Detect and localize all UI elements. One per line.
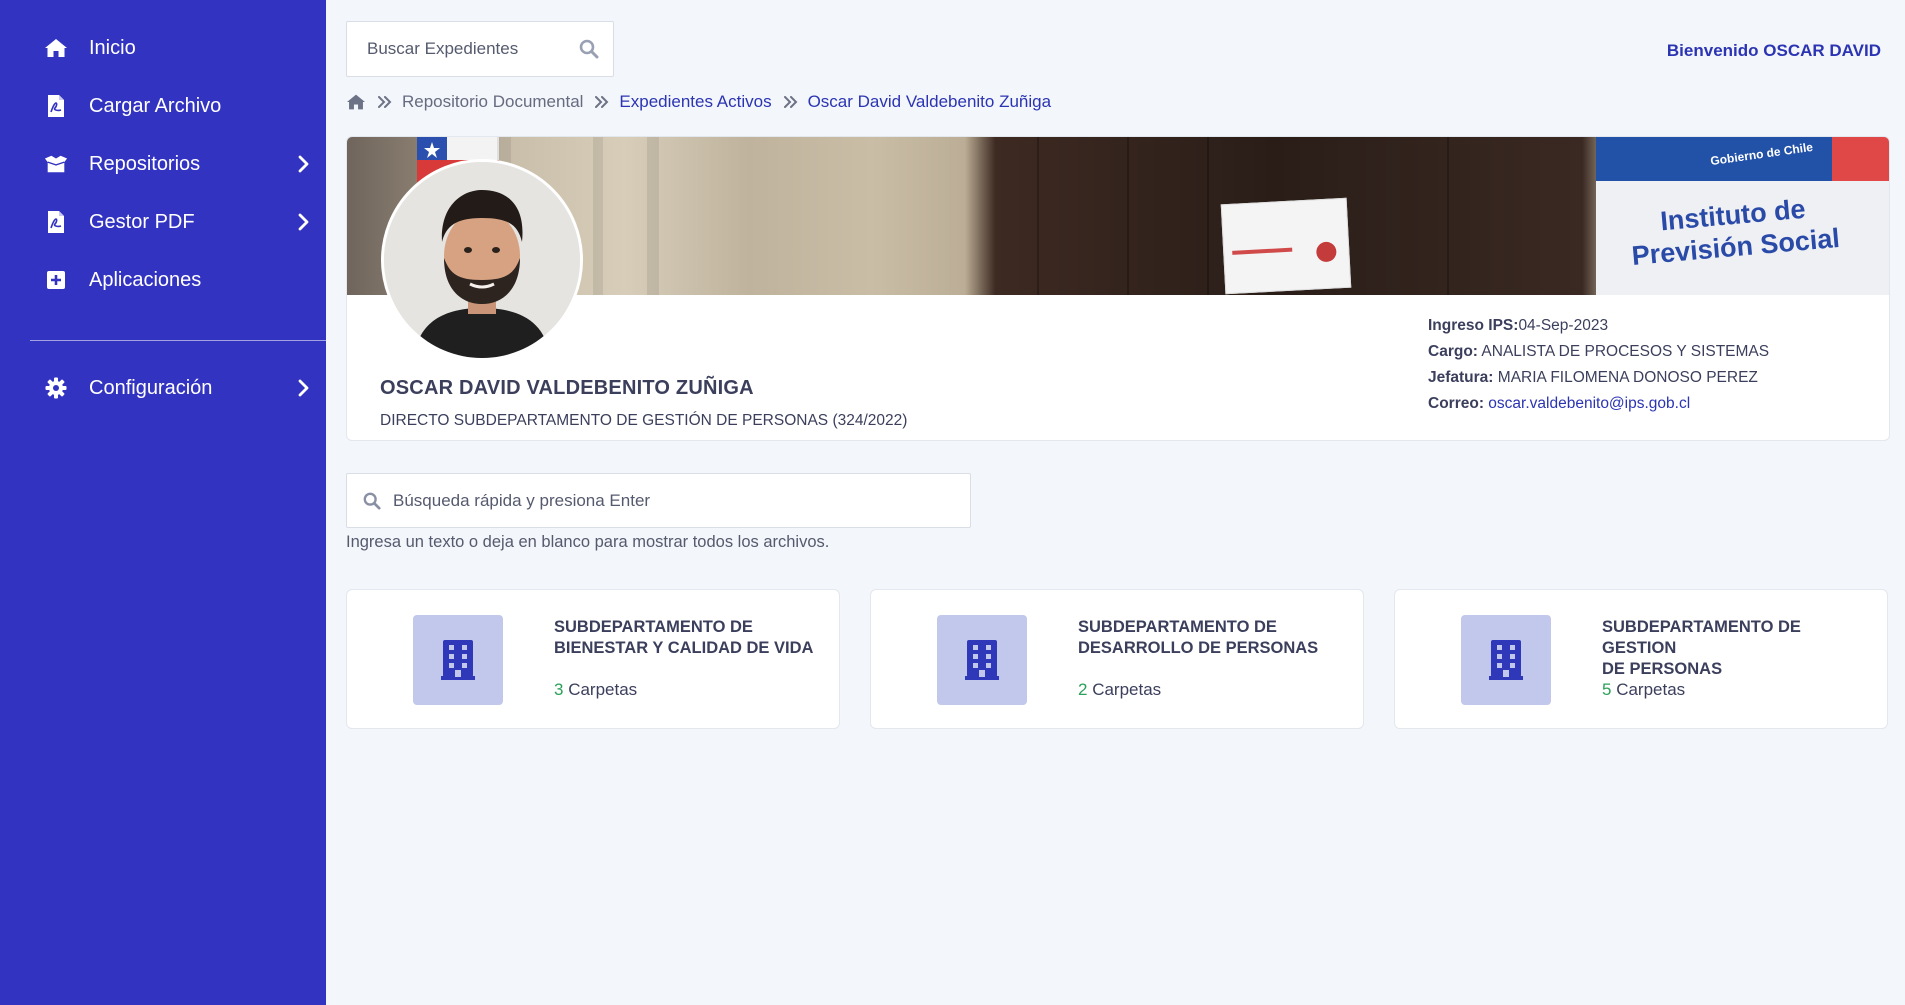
welcome-text: Bienvenido OSCAR DAVID [1666,41,1881,60]
dept-title: SUBDEPARTAMENTO DE BIENESTAR Y CALIDAD D… [554,618,814,657]
search-icon [361,490,383,512]
info-value: MARIA FILOMENA DONOSO PEREZ [1497,369,1758,386]
file-pdf-icon [44,210,68,234]
profile-department: DIRECTO SUBDEPARTAMENTO DE GESTIÓN DE PE… [380,412,908,429]
chevron-right-icon [294,155,312,173]
info-value: ANALISTA DE PROCESOS Y SISTEMAS [1481,343,1770,360]
quick-search [346,473,971,528]
banner-door-line [1037,137,1039,295]
dept-folder-count: 5 Carpetas [1602,680,1686,699]
double-chevron-right-icon [595,96,609,108]
info-cargo: Cargo: ANALISTA DE PROCESOS Y SISTEMAS [1428,343,1769,369]
breadcrumb: Repositorio Documental Expedientes Activ… [346,89,1051,115]
box-open-icon [44,152,68,176]
sidebar-item-label: Configuración [89,376,213,399]
dept-card-bienestar[interactable]: SUBDEPARTAMENTO DE BIENESTAR Y CALIDAD D… [346,589,840,729]
profile-card: Gobierno de Chile Instituto de Previsión… [346,136,1890,441]
plus-square-icon [44,268,68,292]
building-icon [413,615,503,705]
info-ingreso: Ingreso IPS:04-Sep-2023 [1428,317,1769,343]
profile-name: OSCAR DAVID VALDEBENITO ZUÑIGA [380,377,754,399]
sidebar-item-repositorios[interactable]: Repositorios [0,138,326,190]
banner-column-shadow [647,137,659,295]
double-chevron-right-icon [783,96,798,108]
dept-folder-count: 2 Carpetas [1078,680,1162,699]
building-icon [937,615,1027,705]
sidebar-item-label: Aplicaciones [89,268,202,291]
banner-notice-paper [1220,197,1352,295]
home-icon[interactable] [346,93,366,111]
double-chevron-right-icon [378,96,392,108]
sidebar-item-label: Inicio [89,36,136,59]
dept-card-gestion[interactable]: SUBDEPARTAMENTO DE GESTION DE PERSONAS 5… [1394,589,1888,729]
info-label: Correo: [1428,395,1484,412]
sidebar: Inicio Cargar Archivo Repositorios Gesto… [0,0,326,1005]
info-label: Ingreso IPS: [1428,317,1519,334]
email-link[interactable]: oscar.valdebenito@ips.gob.cl [1488,395,1690,412]
profile-info: Ingreso IPS:04-Sep-2023 Cargo: ANALISTA … [1428,317,1769,421]
ips-sign-image: Gobierno de Chile Instituto de Previsión… [1596,137,1889,295]
sidebar-item-aplicaciones[interactable]: Aplicaciones [0,254,326,306]
sidebar-divider [30,340,326,341]
sidebar-item-configuracion[interactable]: Configuración [0,362,326,414]
sidebar-item-label: Repositorios [89,152,201,175]
sidebar-item-label: Gestor PDF [89,210,195,233]
institution-name: Instituto de Previsión Social [1630,193,1841,271]
breadcrumb-current: Oscar David Valdebenito Zuñiga [807,92,1052,111]
chevron-right-icon [294,379,312,397]
sidebar-item-label: Cargar Archivo [89,94,222,117]
banner-door-line [1447,137,1449,295]
building-icon [1461,615,1551,705]
file-pdf-icon [44,94,68,118]
info-label: Jefatura: [1428,369,1494,386]
dept-card-desarrollo[interactable]: SUBDEPARTAMENTO DE DESARROLLO DE PERSONA… [870,589,1364,729]
sidebar-item-inicio[interactable]: Inicio [0,22,326,74]
expedientes-search [346,21,614,77]
chevron-right-icon [294,213,312,231]
dept-folder-count: 3 Carpetas [554,680,638,699]
info-jefatura: Jefatura: MARIA FILOMENA DONOSO PEREZ [1428,369,1769,395]
sidebar-item-cargar-archivo[interactable]: Cargar Archivo [0,80,326,132]
breadcrumb-repositorio-documental[interactable]: Repositorio Documental [402,92,583,112]
sidebar-item-gestor-pdf[interactable]: Gestor PDF [0,196,326,248]
home-icon [44,36,68,60]
banner-door-line [1127,137,1129,295]
quick-search-hint: Ingresa un texto o deja en blanco para m… [346,533,830,551]
dept-title: SUBDEPARTAMENTO DE DESARROLLO DE PERSONA… [1078,618,1319,657]
gear-icon [44,376,68,400]
banner-column-shadow [593,137,603,295]
banner-door-line [1207,137,1209,295]
info-correo: Correo: oscar.valdebenito@ips.gob.cl [1428,395,1769,421]
info-label: Cargo: [1428,343,1478,360]
expedientes-search-input[interactable] [347,22,567,76]
info-value: 04-Sep-2023 [1518,317,1609,334]
avatar [381,159,583,361]
dept-title: SUBDEPARTAMENTO DE GESTION DE PERSONAS [1602,618,1801,678]
search-icon[interactable] [577,37,601,61]
quick-search-input[interactable] [393,474,963,527]
breadcrumb-expedientes-activos[interactable]: Expedientes Activos [619,92,771,112]
